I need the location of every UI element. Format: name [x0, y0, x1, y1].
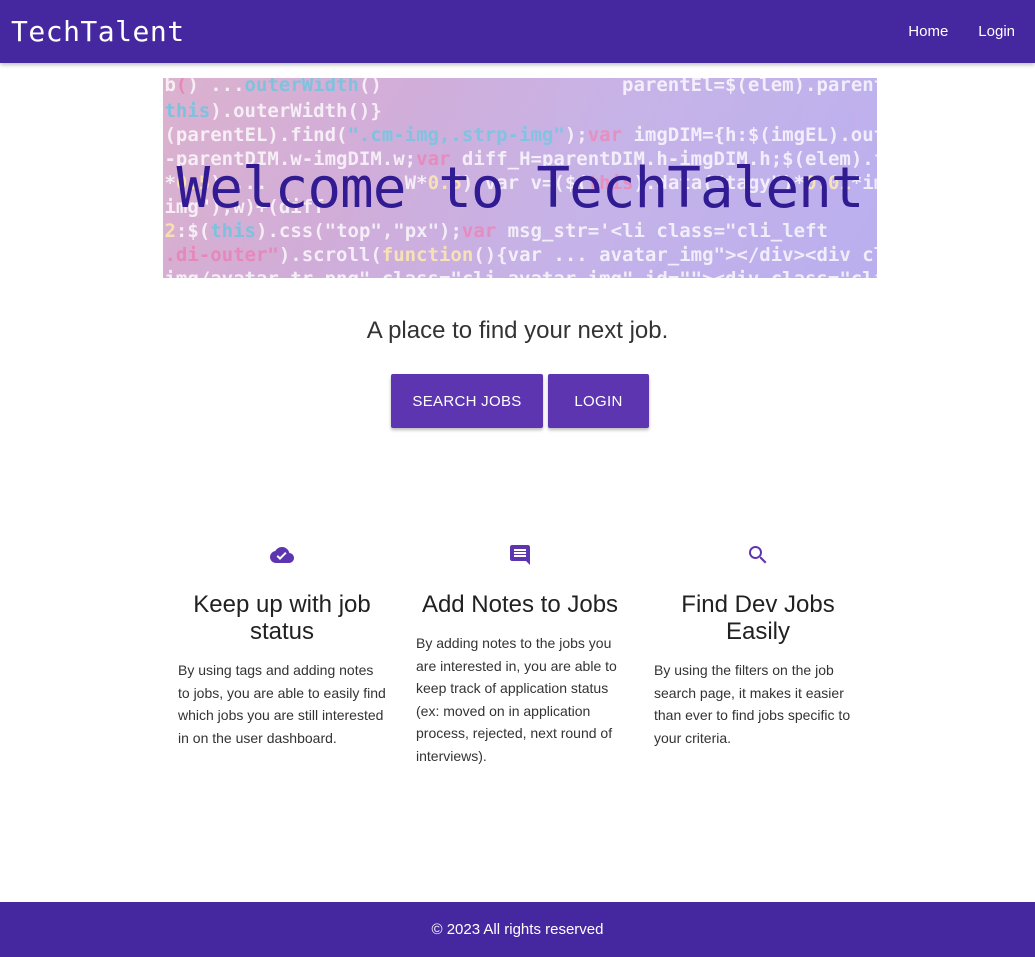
nav-links: Home Login	[888, 0, 1025, 63]
footer: © 2023 All rights reserved	[0, 902, 1035, 957]
feature-description: By adding notes to the jobs you are inte…	[416, 635, 617, 764]
feature-title: Find Dev Jobs Easily	[681, 591, 835, 645]
brand-logo[interactable]: TechTalent	[11, 15, 185, 48]
feature-title: Add Notes to Jobs	[421, 591, 619, 618]
feature-add-notes: Add Notes to Jobs By adding notes to the…	[410, 543, 630, 767]
search-icon	[749, 546, 767, 564]
login-button[interactable]: LOGIN	[548, 374, 649, 428]
cloud-done-icon	[270, 547, 294, 563]
feature-find-jobs: Find Dev Jobs Easily By using the filter…	[648, 543, 868, 749]
comment-icon	[510, 545, 530, 565]
feature-description: By using tags and adding notes to jobs, …	[178, 662, 386, 746]
hero-title: Welcome to TechTalent	[176, 156, 864, 221]
search-jobs-button[interactable]: SEARCH JOBS	[391, 374, 543, 428]
footer-copyright: © 2023 All rights reserved	[431, 921, 604, 938]
hero-banner: .b() ...outerWidth() parentEl=$(elem).pa…	[163, 78, 877, 278]
feature-job-status: Keep up with job status By using tags an…	[172, 543, 392, 749]
tagline: A place to find your next job.	[366, 317, 669, 344]
feature-description: By using the filters on the job search p…	[654, 662, 851, 746]
cta-buttons: SEARCH JOBS LOGIN	[391, 374, 649, 428]
top-navbar: TechTalent Home Login	[0, 0, 1035, 63]
feature-title: Keep up with job status	[193, 591, 371, 645]
nav-link-home[interactable]: Home	[898, 0, 958, 63]
nav-link-login[interactable]: Login	[968, 0, 1025, 63]
